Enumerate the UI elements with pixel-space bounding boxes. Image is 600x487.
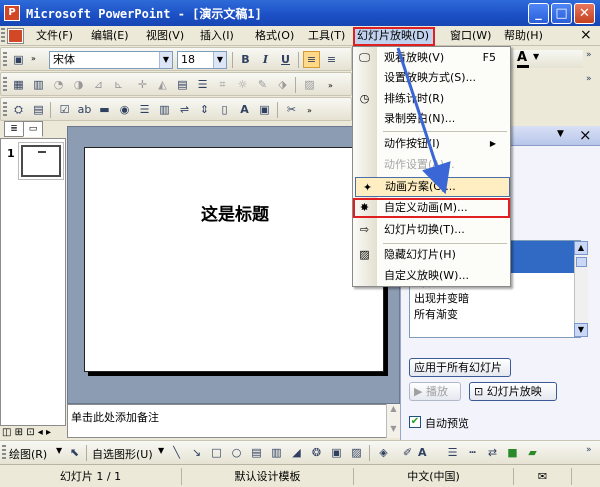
toolbar-grip[interactable] [2, 445, 6, 461]
status-slide-count: 幻灯片 1 / 1 [0, 468, 182, 485]
toolbar-separator [369, 445, 370, 461]
toolbar-separator [86, 445, 87, 461]
drawing-toolbar: 绘图(R) ▼ ⬉ 自选图形(U) ▼ ╲ ↘ □ ○ ▤ ▥ ◢ ❂ ▣ ▨ … [0, 440, 600, 464]
status-template: 默认设计模板 [182, 468, 354, 485]
wordart-icon[interactable]: ◢ [288, 444, 305, 461]
line-color-icon[interactable]: ✐ [399, 444, 416, 461]
status-bar: 幻灯片 1 / 1 默认设计模板 中文(中国) ✉ [0, 464, 600, 487]
clipart-icon[interactable]: ▣ [328, 444, 345, 461]
arrow-style-icon[interactable]: ⇄ [484, 444, 501, 461]
3d-icon[interactable]: ▰ [524, 444, 541, 461]
fill-color-icon[interactable]: ◈ [375, 444, 392, 461]
annotation-arrow [396, 47, 451, 195]
line-icon[interactable]: ╲ [168, 444, 185, 461]
font-color-icon[interactable]: A [418, 446, 427, 459]
vertical-textbox-icon[interactable]: ▥ [268, 444, 285, 461]
oval-icon[interactable]: ○ [228, 444, 245, 461]
shadow-icon[interactable]: ■ [504, 444, 521, 461]
textbox-icon[interactable]: ▤ [248, 444, 265, 461]
annotation-arrow-overlay [396, 47, 451, 195]
arrow-icon[interactable]: ↘ [188, 444, 205, 461]
status-language: 中文(中国) [354, 468, 514, 485]
toolbar-overflow-icon[interactable]: » [586, 445, 592, 455]
dash-style-icon[interactable]: ┅ [464, 444, 481, 461]
chevron-down-icon[interactable]: ▼ [56, 446, 62, 455]
autoshapes-menu-button[interactable]: 自选图形(U) [92, 446, 153, 462]
diagram-icon[interactable]: ❂ [308, 444, 325, 461]
insert-picture-icon[interactable]: ▨ [348, 444, 365, 461]
spelling-status-icon[interactable]: ✉ [514, 468, 572, 485]
rectangle-icon[interactable]: □ [208, 444, 225, 461]
chevron-down-icon[interactable]: ▼ [158, 446, 164, 455]
line-style-icon[interactable]: ☰ [444, 444, 461, 461]
draw-menu-button[interactable]: 绘图(R) [9, 446, 47, 462]
select-objects-icon[interactable]: ⬉ [66, 444, 83, 461]
